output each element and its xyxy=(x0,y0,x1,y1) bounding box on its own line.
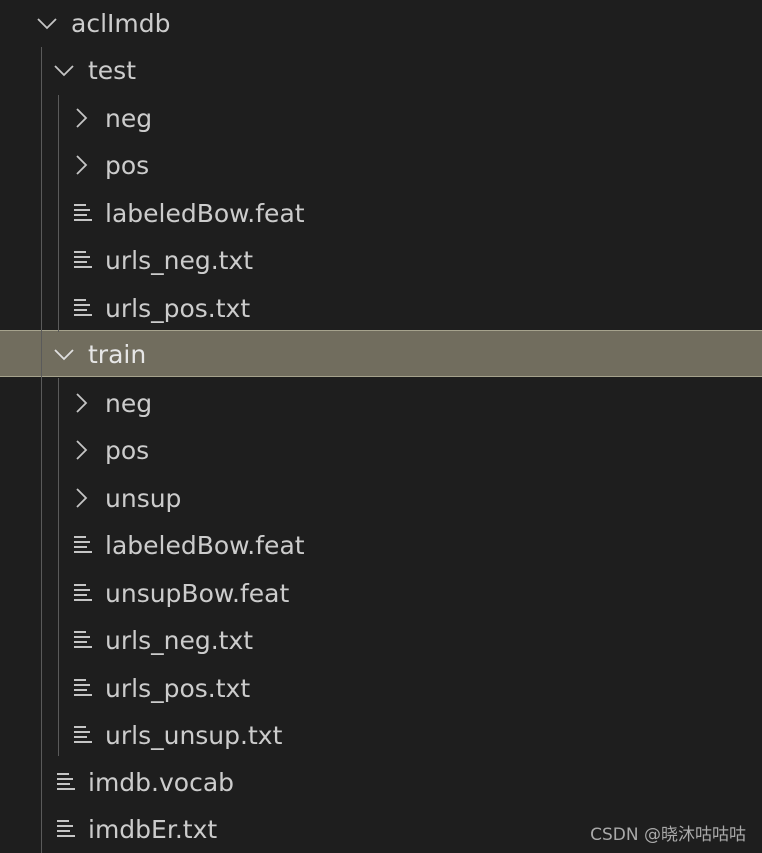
file-explorer-tree: aclImdb test neg pos labeledBow.feat url… xyxy=(0,0,762,853)
chevron-down-icon[interactable] xyxy=(52,58,76,82)
file-lines-icon xyxy=(54,817,78,841)
tree-item-label: aclImdb xyxy=(71,9,171,38)
file-train-urls-pos[interactable]: urls_pos.txt xyxy=(0,665,762,712)
tree-item-label: test xyxy=(88,56,137,85)
chevron-right-icon[interactable] xyxy=(69,391,93,415)
chevron-down-icon[interactable] xyxy=(35,11,59,35)
folder-test-neg[interactable]: neg xyxy=(0,95,762,142)
tree-item-label: unsupBow.feat xyxy=(105,579,290,608)
tree-item-label: urls_neg.txt xyxy=(105,246,254,275)
indent-guide-level-1 xyxy=(41,47,42,853)
file-test-urls-neg[interactable]: urls_neg.txt xyxy=(0,237,762,284)
file-train-urls-neg[interactable]: urls_neg.txt xyxy=(0,617,762,664)
folder-train-unsup[interactable]: unsup xyxy=(0,475,762,522)
tree-item-label: pos xyxy=(105,436,150,465)
tree-item-label: labeledBow.feat xyxy=(105,531,305,560)
file-lines-icon xyxy=(54,770,78,794)
file-test-labeledbow[interactable]: labeledBow.feat xyxy=(0,190,762,237)
folder-test[interactable]: test xyxy=(0,47,762,94)
indent-guide-train xyxy=(58,378,59,756)
file-test-urls-pos[interactable]: urls_pos.txt xyxy=(0,285,762,332)
file-imdb-vocab[interactable]: imdb.vocab xyxy=(0,759,762,806)
file-lines-icon xyxy=(71,723,95,747)
chevron-right-icon[interactable] xyxy=(69,153,93,177)
chevron-right-icon[interactable] xyxy=(69,106,93,130)
file-lines-icon xyxy=(71,533,95,557)
file-lines-icon xyxy=(71,676,95,700)
file-train-unsupbow[interactable]: unsupBow.feat xyxy=(0,570,762,617)
file-lines-icon xyxy=(71,248,95,272)
tree-item-label: neg xyxy=(105,104,153,133)
file-train-labeledbow[interactable]: labeledBow.feat xyxy=(0,522,762,569)
tree-item-label: neg xyxy=(105,389,153,418)
tree-item-label: pos xyxy=(105,151,150,180)
tree-item-label: urls_pos.txt xyxy=(105,674,251,703)
tree-item-label: imdb.vocab xyxy=(88,768,235,797)
tree-item-label: urls_neg.txt xyxy=(105,626,254,655)
tree-item-label: train xyxy=(88,340,147,369)
file-train-urls-unsup[interactable]: urls_unsup.txt xyxy=(0,712,762,759)
tree-item-label: urls_unsup.txt xyxy=(105,721,283,750)
folder-train[interactable]: train xyxy=(0,330,762,377)
chevron-right-icon[interactable] xyxy=(69,438,93,462)
folder-train-pos[interactable]: pos xyxy=(0,427,762,474)
chevron-down-icon[interactable] xyxy=(52,342,76,366)
tree-item-label: urls_pos.txt xyxy=(105,294,251,323)
watermark: CSDN @晓沐咕咕咕 xyxy=(590,825,746,845)
tree-item-label: unsup xyxy=(105,484,182,513)
file-lines-icon xyxy=(71,296,95,320)
folder-train-neg[interactable]: neg xyxy=(0,380,762,427)
folder-aclimdb[interactable]: aclImdb xyxy=(0,0,762,47)
file-lines-icon xyxy=(71,581,95,605)
tree-item-label: imdbEr.txt xyxy=(88,815,218,844)
indent-guide-test xyxy=(58,95,59,332)
file-lines-icon xyxy=(71,628,95,652)
folder-test-pos[interactable]: pos xyxy=(0,142,762,189)
tree-item-label: labeledBow.feat xyxy=(105,199,305,228)
chevron-right-icon[interactable] xyxy=(69,486,93,510)
file-lines-icon xyxy=(71,201,95,225)
